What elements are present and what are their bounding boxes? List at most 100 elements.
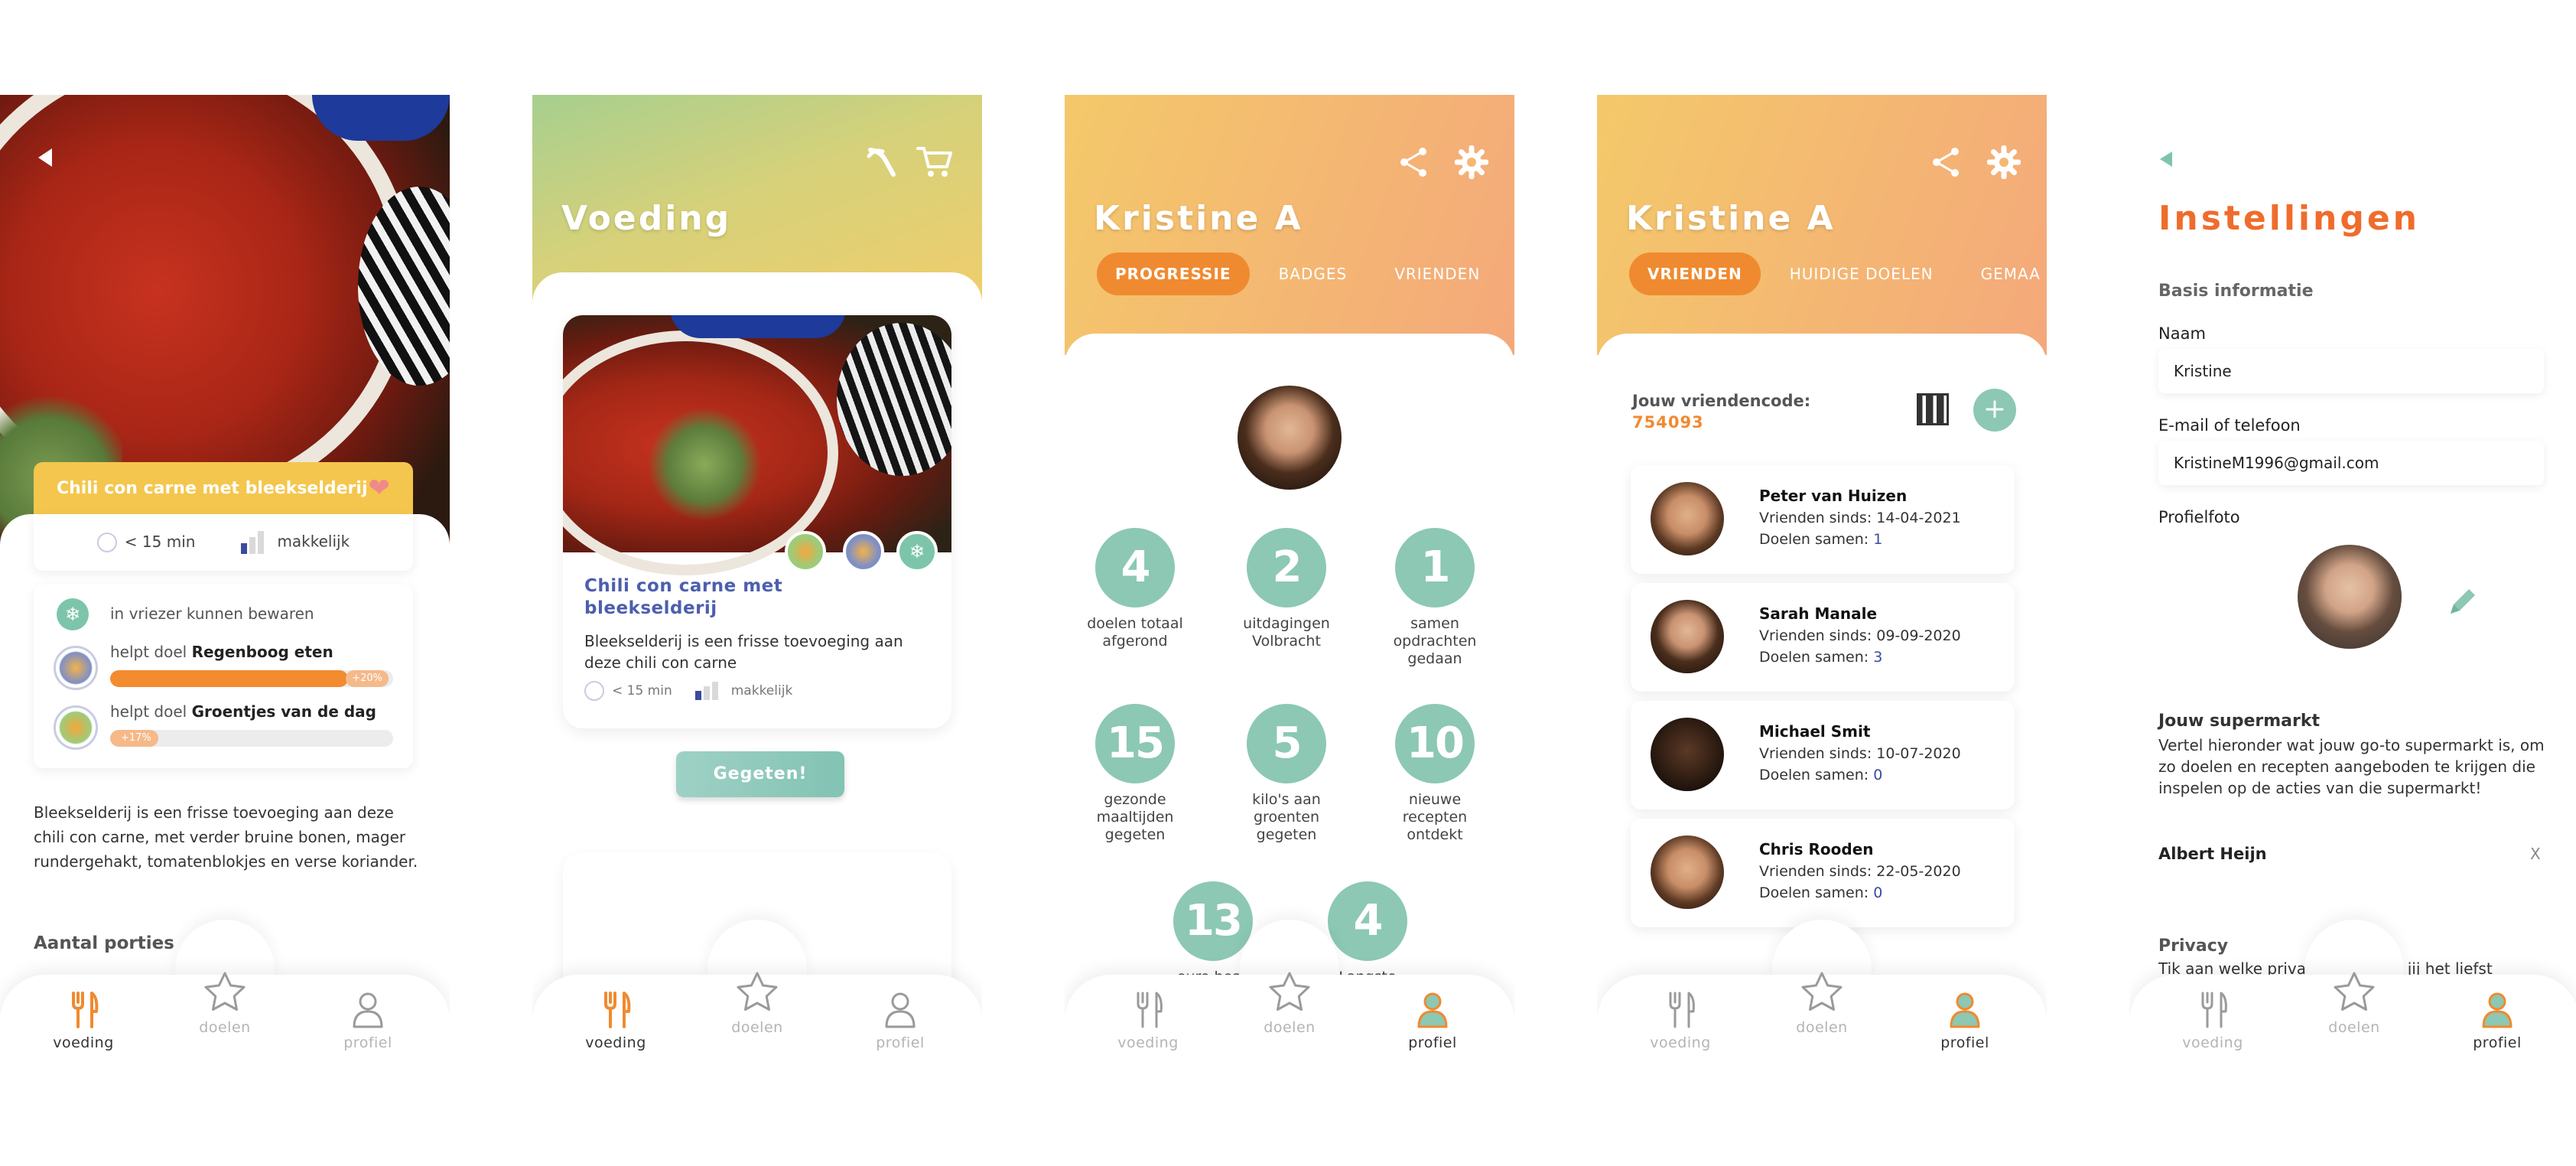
profile-name: Kristine A: [1094, 199, 1303, 238]
fork-knife-icon: [2201, 992, 2227, 1028]
avatar: [1238, 386, 1342, 490]
difficulty-icon: [694, 682, 720, 700]
tab-vrienden[interactable]: VRIENDEN: [1376, 252, 1498, 295]
profile-tabs: VRIENDEN HUIDIGE DOELEN GEMAA: [1629, 252, 2047, 295]
recipe-meta: < 15 min makkelijk: [34, 514, 413, 571]
back-arrow-icon[interactable]: [2160, 151, 2172, 167]
heart-icon[interactable]: ❤: [369, 475, 391, 501]
person-icon: [885, 992, 916, 1028]
friend-card[interactable]: Chris Rooden Vrienden sinds: 22-05-2020 …: [1631, 819, 2015, 927]
friend-avatar: [1651, 718, 1724, 791]
tab-huidige-doelen[interactable]: HUIDIGE DOELEN: [1771, 252, 1952, 295]
email-label: E-mail of telefoon: [2158, 416, 2301, 435]
recipe-card-meta: < 15 min makkelijk: [584, 681, 792, 701]
share-icon[interactable]: [1929, 145, 1963, 179]
nav-profiel[interactable]: profiel: [851, 990, 950, 1051]
back-arrow-icon[interactable]: [38, 148, 52, 167]
bottom-nav: voeding doelen profiel: [532, 972, 982, 1065]
stat-new-recipes: 10 nieuwe recepten ontdekt: [1381, 704, 1488, 844]
nav-doelen[interactable]: doelen: [2304, 970, 2404, 1036]
email-field[interactable]: KristineM1996@gmail.com: [2158, 441, 2544, 485]
tab-progressie[interactable]: PROGRESSIE: [1097, 252, 1250, 295]
gear-icon[interactable]: [1455, 145, 1488, 179]
snowflake-badge-icon: ❄: [896, 531, 938, 572]
snowflake-icon: ❄: [57, 598, 89, 630]
nav-profiel[interactable]: profiel: [318, 990, 418, 1051]
recipe-info-card: ❄ in vriezer kunnen bewaren helpt doel R…: [34, 585, 413, 768]
profile-tabs: PROGRESSIE BADGES VRIENDEN: [1097, 252, 1509, 295]
difficulty-icon: [241, 531, 266, 554]
friend-avatar: [1651, 600, 1724, 673]
difficulty: makkelijk: [241, 531, 350, 554]
star-icon: [737, 972, 778, 1011]
privacy-heading: Privacy: [2158, 936, 2229, 956]
stat-goals-completed: 4 doelen totaal afgerond: [1081, 528, 1189, 650]
screen-settings: Instellingen Basis informatie Naam Krist…: [2129, 95, 2576, 1065]
name-field[interactable]: Kristine: [2158, 349, 2544, 393]
add-friend-button[interactable]: +: [1973, 389, 2016, 432]
clock-icon: [96, 533, 117, 553]
tab-gemaakt[interactable]: GEMAA: [1963, 252, 2047, 295]
nav-profiel[interactable]: profiel: [1383, 990, 1482, 1051]
portions-label: Aantal porties: [34, 933, 174, 953]
person-icon: [2482, 992, 2513, 1028]
vegetables-badge-icon: [785, 531, 826, 572]
clock-icon: [584, 681, 604, 701]
nav-doelen[interactable]: doelen: [1772, 970, 1872, 1036]
goal1-text: helpt doel Regenboog eten: [110, 643, 333, 661]
pencil-icon[interactable]: [2444, 585, 2480, 620]
remove-supermarket-button[interactable]: X: [2530, 845, 2541, 863]
qr-code-icon[interactable]: [1917, 393, 1949, 425]
recipe-card-desc: Bleekselderij is een frisse toevoeging a…: [584, 632, 903, 672]
profile-name: Kristine A: [1626, 199, 1836, 238]
star-icon: [1269, 972, 1310, 1011]
recipe-title: Chili con carne met bleekselderij: [57, 478, 368, 498]
celery-icon[interactable]: [866, 145, 899, 179]
recipe-card-title: Chili con carne met bleekselderij: [584, 576, 783, 618]
friend-card[interactable]: Michael Smit Vrienden sinds: 10-07-2020 …: [1631, 701, 2015, 809]
star-icon: [2334, 972, 2375, 1011]
fork-knife-icon: [1669, 992, 1695, 1028]
eaten-button[interactable]: Gegeten!: [676, 751, 844, 797]
supermarket-name[interactable]: Albert Heijn: [2158, 845, 2267, 863]
friend-card[interactable]: Sarah Manale Vrienden sinds: 09-09-2020 …: [1631, 583, 2015, 692]
goal1-tag: +20%: [346, 670, 389, 687]
star-icon: [204, 972, 246, 1011]
screen-recipe-detail: Chili con carne met bleekselderij ❤ < 15…: [0, 95, 450, 1065]
supermarket-heading: Jouw supermarkt: [2158, 712, 2320, 731]
goal1-progress: +20%: [110, 670, 393, 687]
goal2-tag: +17%: [121, 732, 151, 744]
nav-voeding[interactable]: voeding: [566, 990, 665, 1051]
gear-icon[interactable]: [1987, 145, 2021, 179]
nav-doelen[interactable]: doelen: [1240, 970, 1339, 1036]
tab-badges[interactable]: BADGES: [1260, 252, 1366, 295]
prep-time: < 15 min: [96, 533, 195, 553]
recipe-card[interactable]: ❄ Chili con carne met bleekselderij Blee…: [563, 315, 951, 728]
nav-doelen[interactable]: doelen: [175, 970, 275, 1036]
goal2-text: helpt doel Groentjes van de dag: [110, 702, 376, 721]
vegetables-goal-icon: [54, 705, 98, 750]
nav-voeding[interactable]: voeding: [1098, 990, 1198, 1051]
bottom-nav: voeding doelen profiel: [1065, 972, 1514, 1065]
screen-voeding: Voeding ❄ Chili con carne met bleekselde…: [532, 95, 982, 1065]
nav-voeding[interactable]: voeding: [2163, 990, 2262, 1051]
rainbow-goal-icon: [54, 646, 98, 690]
nav-profiel[interactable]: profiel: [1915, 990, 2015, 1051]
share-icon[interactable]: [1397, 145, 1430, 179]
tab-vrienden[interactable]: VRIENDEN: [1629, 252, 1761, 295]
profile-photo[interactable]: [2298, 545, 2402, 649]
cart-icon[interactable]: [916, 145, 953, 179]
bottom-nav: voeding doelen profiel: [1597, 972, 2047, 1065]
nav-voeding[interactable]: voeding: [1631, 990, 1730, 1051]
nav-voeding[interactable]: voeding: [34, 990, 133, 1051]
nav-doelen[interactable]: doelen: [707, 970, 807, 1036]
page-title: Instellingen: [2158, 199, 2420, 238]
fork-knife-icon: [1137, 992, 1163, 1028]
nav-profiel[interactable]: profiel: [2448, 990, 2547, 1051]
friend-avatar: [1651, 482, 1724, 555]
photo-label: Profielfoto: [2158, 508, 2240, 526]
goal2-progress: +17%: [110, 730, 393, 747]
friend-code: 754093: [1632, 413, 1704, 432]
recipe-image: [563, 315, 951, 575]
friend-card[interactable]: Peter van Huizen Vrienden sinds: 14-04-2…: [1631, 465, 2015, 574]
